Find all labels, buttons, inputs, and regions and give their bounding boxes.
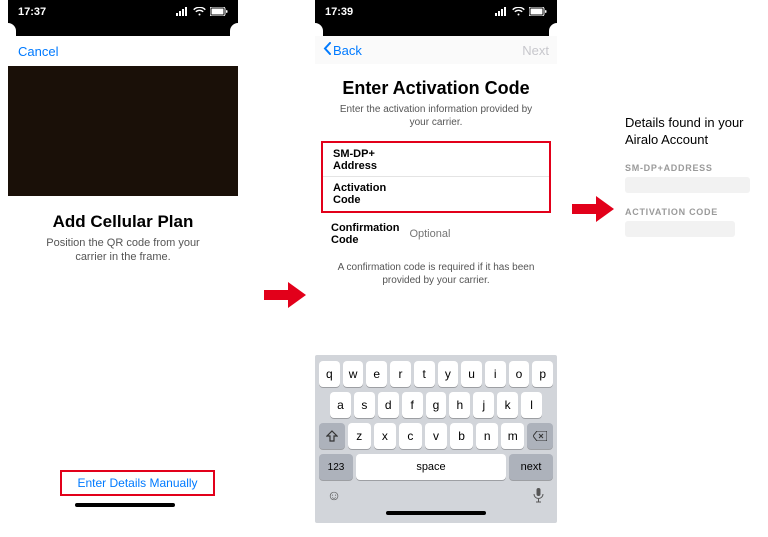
page-subtitle: Enter the activation information provide…	[336, 103, 536, 129]
key-v[interactable]: v	[425, 423, 448, 449]
airalo-smdp-label: SM-DP+ADDRESS	[625, 163, 763, 173]
key-k[interactable]: k	[497, 392, 518, 418]
nav-bar: Back Next	[315, 36, 557, 64]
key-h[interactable]: h	[449, 392, 470, 418]
key-x[interactable]: x	[374, 423, 397, 449]
enter-details-manually-highlight: Enter Details Manually	[60, 470, 215, 496]
phone-enter-activation-code: 17:39 Back Next Enter Activation Code En…	[315, 0, 557, 287]
chevron-left-icon	[323, 42, 331, 58]
activation-code-row[interactable]: Activation Code	[323, 177, 549, 211]
key-e[interactable]: e	[366, 361, 387, 387]
activation-code-label: Activation Code	[333, 182, 387, 206]
key-q[interactable]: q	[319, 361, 340, 387]
phone-notch	[315, 23, 557, 36]
home-indicator[interactable]	[75, 503, 175, 507]
airalo-details-title: Details found in your Airalo Account	[625, 115, 763, 149]
qr-camera-viewport	[8, 66, 238, 196]
confirmation-code-input[interactable]	[407, 227, 553, 241]
activation-fields-highlight: SM-DP+ Address Activation Code	[321, 141, 551, 213]
backspace-key[interactable]	[527, 423, 553, 449]
smdp-address-row[interactable]: SM-DP+ Address	[323, 143, 549, 177]
key-p[interactable]: p	[532, 361, 553, 387]
key-s[interactable]: s	[354, 392, 375, 418]
page-title: Enter Activation Code	[315, 78, 557, 99]
shift-key[interactable]	[319, 423, 345, 449]
key-a[interactable]: a	[330, 392, 351, 418]
key-f[interactable]: f	[402, 392, 423, 418]
arrow-icon	[572, 194, 614, 224]
home-indicator[interactable]	[386, 511, 486, 515]
arrow-icon	[264, 280, 306, 310]
back-label: Back	[333, 43, 362, 58]
key-z[interactable]: z	[348, 423, 371, 449]
key-c[interactable]: c	[399, 423, 422, 449]
space-key[interactable]: space	[356, 454, 506, 480]
phone-notch	[8, 23, 238, 36]
status-bar: 17:37	[8, 0, 238, 23]
key-m[interactable]: m	[501, 423, 524, 449]
page-subtitle: Position the QR code from your carrier i…	[33, 236, 213, 265]
onscreen-keyboard: qwertyuiop asdfghjkl zxcvbnm 123 space n…	[315, 355, 557, 523]
confirmation-code-label: Confirmation Code	[331, 222, 399, 246]
dictation-key[interactable]	[527, 485, 549, 505]
next-key[interactable]: next	[509, 454, 553, 480]
phone-add-cellular-plan: 17:37 Cancel Add Cellular Plan Position …	[8, 0, 238, 265]
wifi-icon	[193, 7, 206, 16]
airalo-activation-value-redacted	[625, 221, 735, 237]
wifi-icon	[512, 7, 525, 16]
key-l[interactable]: l	[521, 392, 542, 418]
key-o[interactable]: o	[509, 361, 530, 387]
airalo-smdp-value-redacted	[625, 177, 750, 193]
smdp-address-input[interactable]	[393, 153, 539, 167]
key-t[interactable]: t	[414, 361, 435, 387]
cancel-button[interactable]: Cancel	[18, 44, 58, 59]
key-u[interactable]: u	[461, 361, 482, 387]
signal-icon	[495, 7, 508, 16]
next-button[interactable]: Next	[522, 43, 549, 58]
key-g[interactable]: g	[426, 392, 447, 418]
nav-bar: Cancel	[8, 36, 238, 66]
confirmation-note: A confirmation code is required if it ha…	[331, 261, 541, 287]
smdp-address-label: SM-DP+ Address	[333, 148, 387, 172]
key-d[interactable]: d	[378, 392, 399, 418]
status-bar: 17:39	[315, 0, 557, 23]
confirmation-code-row[interactable]: Confirmation Code	[321, 219, 551, 249]
status-time: 17:39	[325, 6, 353, 18]
key-n[interactable]: n	[476, 423, 499, 449]
airalo-details-panel: Details found in your Airalo Account SM-…	[625, 115, 763, 251]
key-w[interactable]: w	[343, 361, 364, 387]
key-y[interactable]: y	[438, 361, 459, 387]
page-title: Add Cellular Plan	[8, 212, 238, 232]
key-r[interactable]: r	[390, 361, 411, 387]
back-button[interactable]: Back	[323, 42, 362, 58]
key-j[interactable]: j	[473, 392, 494, 418]
airalo-activation-label: ACTIVATION CODE	[625, 207, 763, 217]
enter-details-manually-link[interactable]: Enter Details Manually	[77, 476, 197, 490]
signal-icon	[176, 7, 189, 16]
activation-code-input[interactable]	[393, 187, 539, 201]
battery-icon	[529, 7, 547, 16]
status-time: 17:37	[18, 6, 46, 18]
numbers-key[interactable]: 123	[319, 454, 353, 480]
emoji-key[interactable]: ☺	[323, 485, 345, 505]
key-b[interactable]: b	[450, 423, 473, 449]
key-i[interactable]: i	[485, 361, 506, 387]
battery-icon	[210, 7, 228, 16]
